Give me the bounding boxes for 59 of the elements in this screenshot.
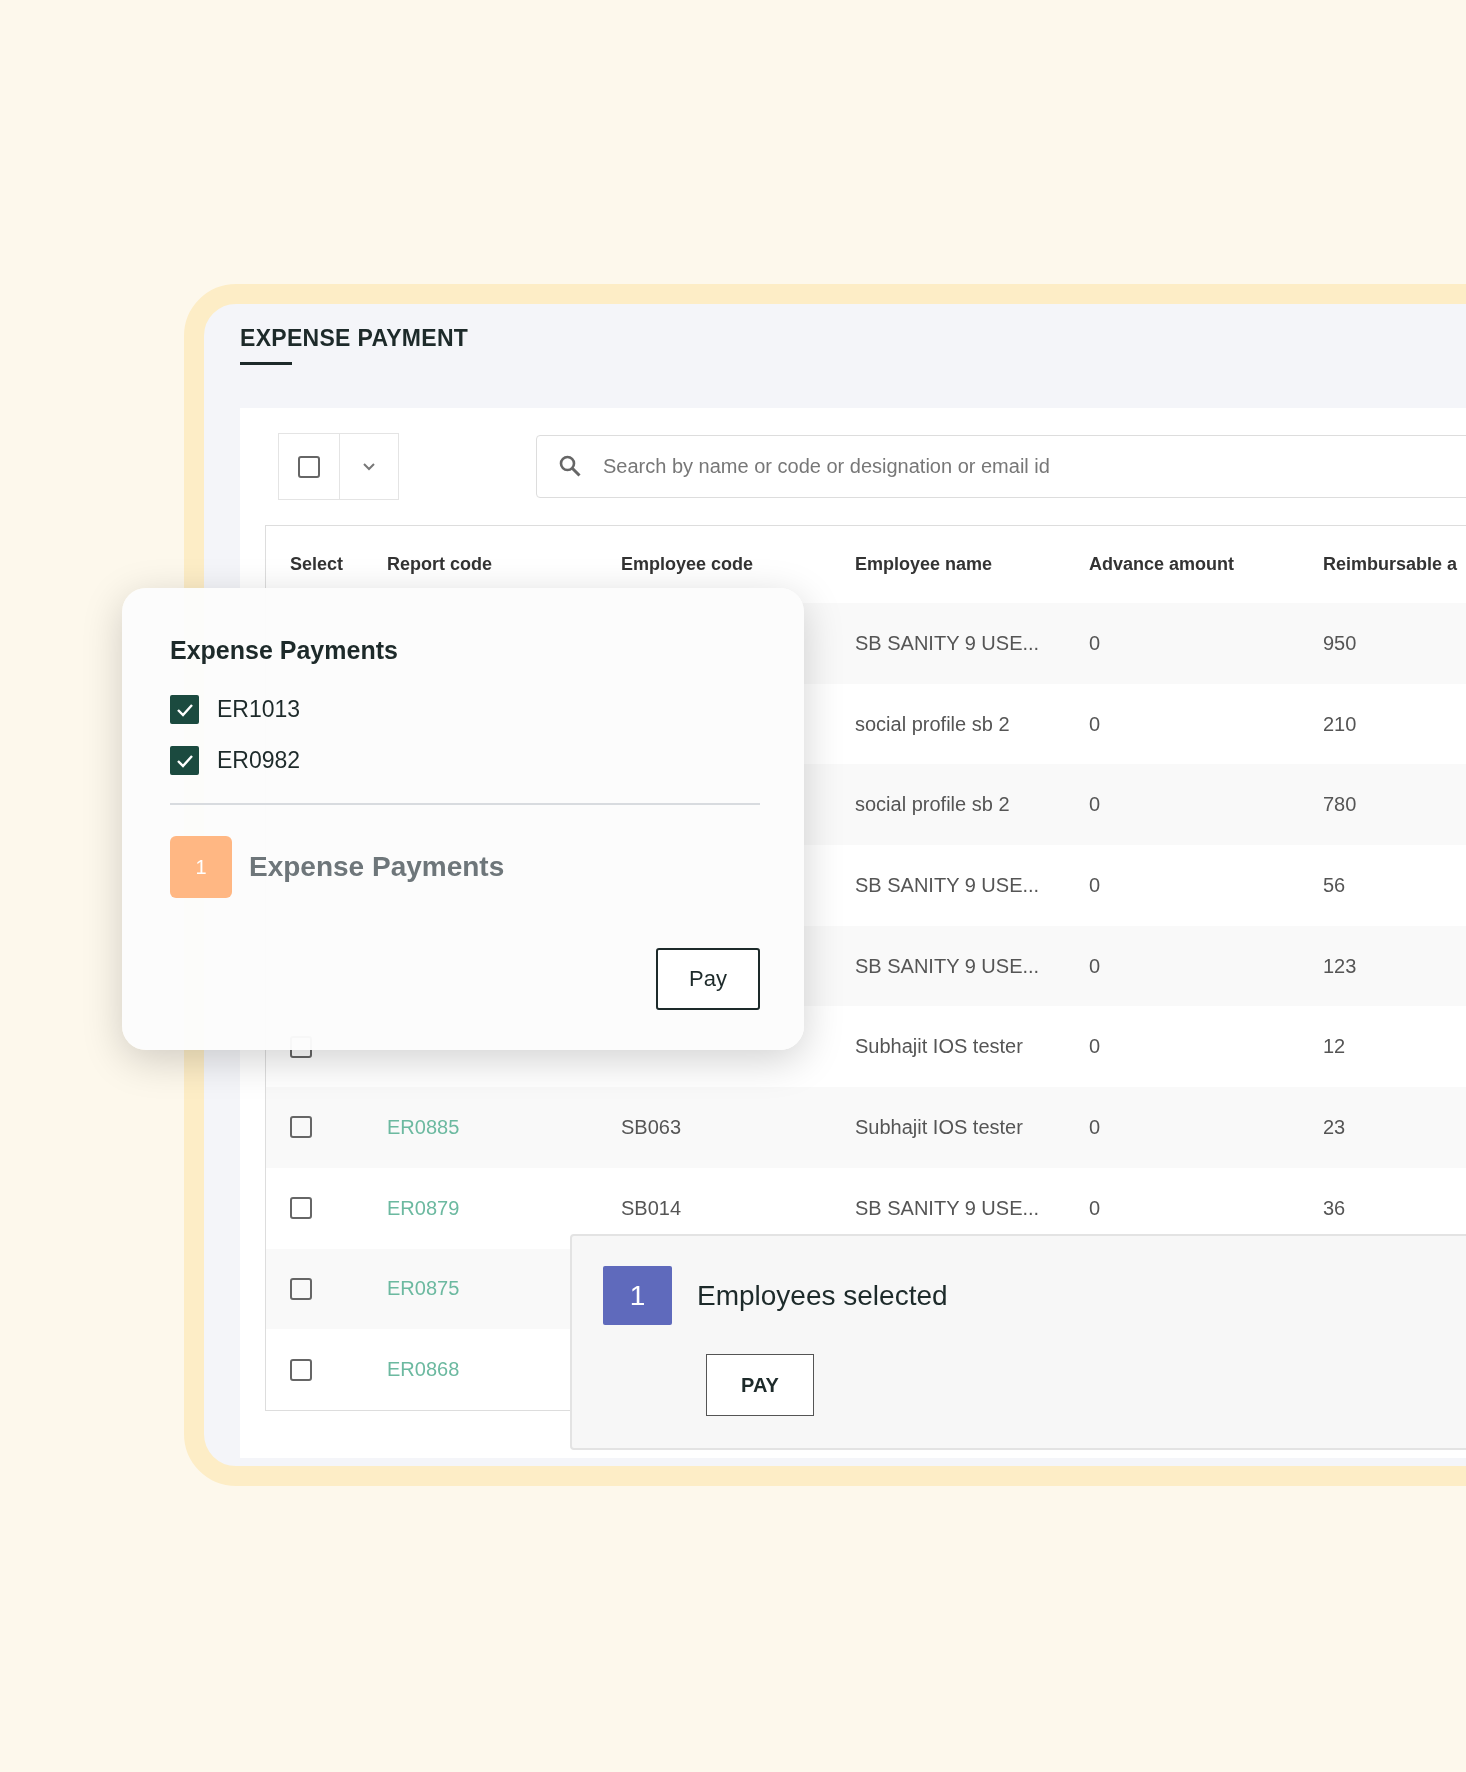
check-icon [175, 753, 194, 768]
table-cell: 0 [1089, 1035, 1101, 1058]
bulk-select-control[interactable] [278, 433, 399, 500]
table-cell: SB SANITY 9 USE... [855, 1196, 1040, 1219]
pay-button[interactable]: Pay [656, 948, 760, 1010]
table-cell: 23 [1323, 1115, 1346, 1138]
count-badge: 1 [603, 1266, 672, 1325]
checkbox[interactable] [170, 695, 199, 724]
item-label: ER0982 [217, 747, 301, 774]
checkbox[interactable] [298, 455, 320, 478]
checkbox[interactable] [290, 1358, 312, 1381]
table-cell: 36 [1323, 1196, 1346, 1219]
table-cell: 56 [1323, 873, 1346, 896]
item-label: ER1013 [217, 696, 301, 723]
report-code-link[interactable]: ER0868 [387, 1358, 460, 1381]
checkbox[interactable] [290, 1116, 312, 1139]
table-cell: 0 [1089, 954, 1101, 977]
table-cell: social profile sb 2 [855, 712, 1010, 735]
checkbox[interactable] [290, 1197, 312, 1220]
page-title: EXPENSE PAYMENT [240, 325, 469, 352]
table-cell: Subhajit IOS tester [855, 1035, 1023, 1058]
column-header: Advance amount [1088, 554, 1236, 575]
popover-title: Expense Payments [170, 636, 398, 665]
column-header: Reimbursable a [1322, 554, 1459, 575]
report-code-link[interactable]: ER0879 [387, 1196, 460, 1219]
table-cell: SB014 [621, 1196, 682, 1219]
table-cell: social profile sb 2 [855, 793, 1010, 816]
table-cell: SB SANITY 9 USE... [855, 873, 1040, 896]
count-label: Expense Payments [249, 851, 505, 883]
check-icon [175, 702, 194, 717]
table-cell: 0 [1089, 873, 1101, 896]
checkbox[interactable] [290, 1277, 312, 1300]
table-cell: SB SANITY 9 USE... [855, 631, 1040, 654]
table-cell: SB063 [621, 1115, 682, 1138]
chevron-down-icon [362, 462, 376, 471]
table-cell: 0 [1089, 1115, 1101, 1138]
column-header: Select [289, 554, 345, 575]
table-cell: 0 [1089, 1196, 1101, 1219]
table-cell: 210 [1323, 712, 1357, 735]
pay-button[interactable]: PAY [706, 1354, 814, 1416]
report-code-link[interactable]: ER0875 [387, 1277, 460, 1300]
table-cell: 0 [1089, 631, 1101, 654]
search-field[interactable]: Search by name or code or designation or email id [536, 435, 1466, 498]
table-cell: 0 [1089, 793, 1101, 816]
checkbox[interactable] [170, 746, 199, 775]
table-cell: SB SANITY 9 USE... [855, 954, 1040, 977]
column-header: Employee code [620, 554, 755, 575]
column-header: Report code [386, 554, 493, 575]
table-cell: 950 [1323, 631, 1357, 654]
table-cell: 0 [1089, 712, 1101, 735]
report-code-link[interactable]: ER0885 [387, 1115, 460, 1138]
count-badge: 1 [170, 836, 232, 898]
table-cell: 123 [1323, 954, 1357, 977]
search-icon [558, 454, 582, 478]
column-header: Employee name [854, 554, 994, 575]
table-cell: 12 [1323, 1035, 1346, 1058]
selection-label: Employees selected [697, 1279, 948, 1312]
table-cell: Subhajit IOS tester [855, 1115, 1023, 1138]
table-cell: 780 [1323, 793, 1357, 816]
